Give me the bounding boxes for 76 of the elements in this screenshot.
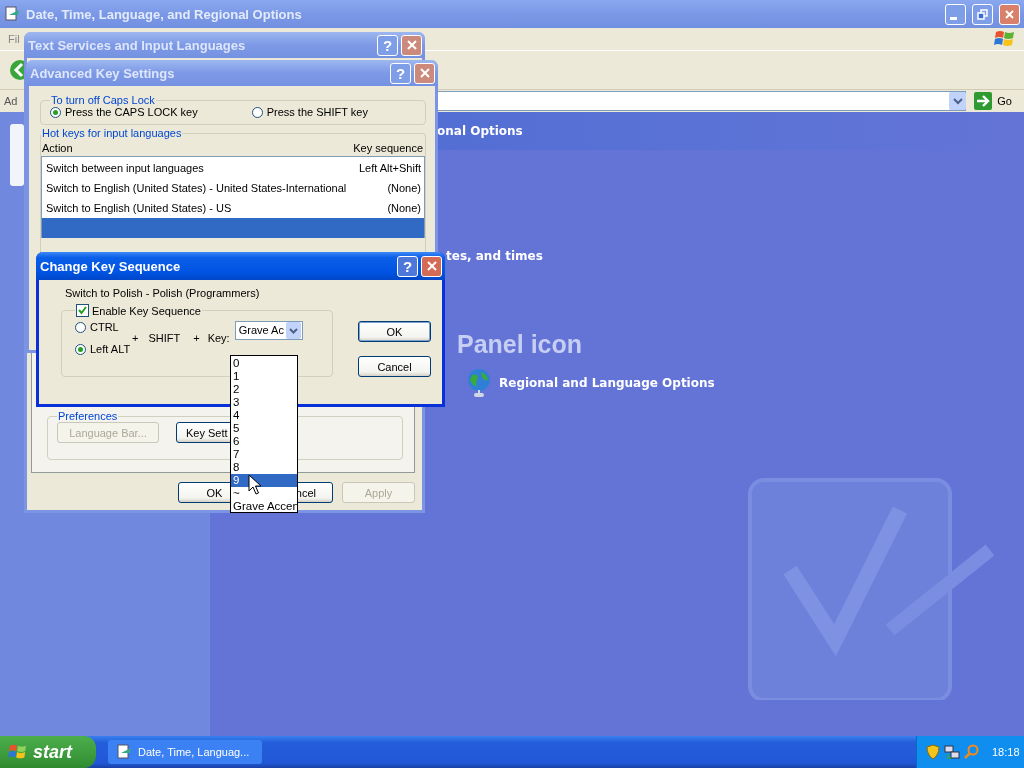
link-label: Regional and Language Options xyxy=(499,376,715,390)
dropdown-option[interactable]: 4 xyxy=(231,409,297,422)
close-icon xyxy=(1003,7,1016,21)
window-title: Date, Time, Language, and Regional Options xyxy=(26,6,302,22)
radio-button[interactable] xyxy=(75,343,86,355)
dropdown-option[interactable]: 8 xyxy=(231,461,297,474)
clock: 18:18 xyxy=(992,746,1020,758)
chevron-down-icon xyxy=(285,321,301,339)
action-text: Switch to English (United States) - US xyxy=(46,202,232,214)
close-icon xyxy=(425,260,438,272)
dialog-button[interactable]: Cancel xyxy=(358,356,431,377)
restore-icon xyxy=(976,7,989,21)
list-row[interactable]: Switch to English (United States) - US (None) xyxy=(42,198,424,218)
radio-label: Press the CAPS LOCK key xyxy=(65,106,198,118)
checkbox[interactable] xyxy=(76,304,89,317)
column-header: Action xyxy=(42,142,73,154)
taskbar-button[interactable]: Date, Time, Languag... xyxy=(108,740,262,764)
dropdown-option[interactable]: 0 xyxy=(231,357,297,370)
restore-button[interactable] xyxy=(972,3,993,25)
dropdown-option[interactable]: 1 xyxy=(231,370,297,383)
group-label: To turn off Caps Lock xyxy=(50,94,156,106)
plus-sign: + xyxy=(132,332,139,344)
task-link[interactable]: tes, and times xyxy=(446,249,543,263)
radio-label: Left ALT xyxy=(90,343,131,355)
key-sequence-text: (None) xyxy=(387,202,421,214)
group-label: Preferences xyxy=(57,410,119,422)
dialog-button[interactable]: OK xyxy=(358,321,431,342)
close-icon xyxy=(418,67,431,79)
plus-sign: + xyxy=(193,332,200,344)
close-icon xyxy=(405,39,418,51)
close-button[interactable] xyxy=(999,3,1020,25)
section-title: Panel icon xyxy=(457,330,583,359)
column-header: Key sequence xyxy=(353,142,423,154)
chevron-down-icon xyxy=(952,97,963,105)
close-button[interactable] xyxy=(421,255,442,277)
dropdown-option[interactable]: 2 xyxy=(231,383,297,396)
help-button[interactable]: ? xyxy=(397,255,418,277)
document-icon xyxy=(116,744,132,760)
dropdown-option[interactable]: 3 xyxy=(231,396,297,409)
address-label: Ad xyxy=(4,95,19,107)
key-label: Key: xyxy=(207,332,230,344)
document-icon xyxy=(4,6,20,22)
dropdown-button[interactable] xyxy=(949,92,967,110)
globe-icon xyxy=(465,367,493,399)
action-text: Switch to English (United States) - United States-International xyxy=(46,182,347,194)
windows-logo-icon xyxy=(8,743,28,761)
header-title: onal Options xyxy=(437,124,523,138)
dialog-title: Text Services and Input Languages xyxy=(28,37,246,53)
key-sequence-text: Left Alt+Shift xyxy=(358,162,421,174)
radio-button[interactable] xyxy=(75,321,86,333)
minimize-button[interactable] xyxy=(945,3,966,25)
list-row[interactable]: Switch to English (United States) - United States-International (None) xyxy=(42,178,424,198)
shield-icon[interactable] xyxy=(925,744,941,760)
mouse-pointer-icon xyxy=(248,474,262,496)
shift-label: SHIFT xyxy=(148,332,181,344)
windows-logo-icon xyxy=(994,29,1016,49)
list-row[interactable]: Switch between input languages Left Alt+Shift xyxy=(42,158,424,178)
control-panel-link[interactable]: Regional and Language Options xyxy=(465,367,715,399)
dropdown-option[interactable]: 7 xyxy=(231,448,297,461)
dialog-title: Change Key Sequence xyxy=(40,258,181,274)
action-name: Switch to Polish - Polish (Programmers) xyxy=(65,287,261,299)
radio-label: CTRL xyxy=(90,321,119,333)
key-sequence-text: (None) xyxy=(387,182,421,194)
network-icon[interactable] xyxy=(944,744,960,760)
radio-label: Press the SHIFT key xyxy=(266,106,368,118)
action-text: Switch between input languages xyxy=(46,162,204,174)
dialog-title: Advanced Key Settings xyxy=(30,65,175,81)
minimize-icon xyxy=(950,16,957,20)
radio-button[interactable] xyxy=(251,106,263,118)
go-button[interactable]: Go xyxy=(968,92,1020,110)
checkbox-label: Enable Key Sequence xyxy=(92,304,201,317)
arrow-right-icon xyxy=(974,92,993,110)
key-dropdown[interactable]: Grave Ac xyxy=(234,320,303,340)
task-pane-panel xyxy=(10,124,24,186)
group-label: Hot keys for input languages xyxy=(41,127,183,139)
radio-button[interactable] xyxy=(50,106,61,118)
